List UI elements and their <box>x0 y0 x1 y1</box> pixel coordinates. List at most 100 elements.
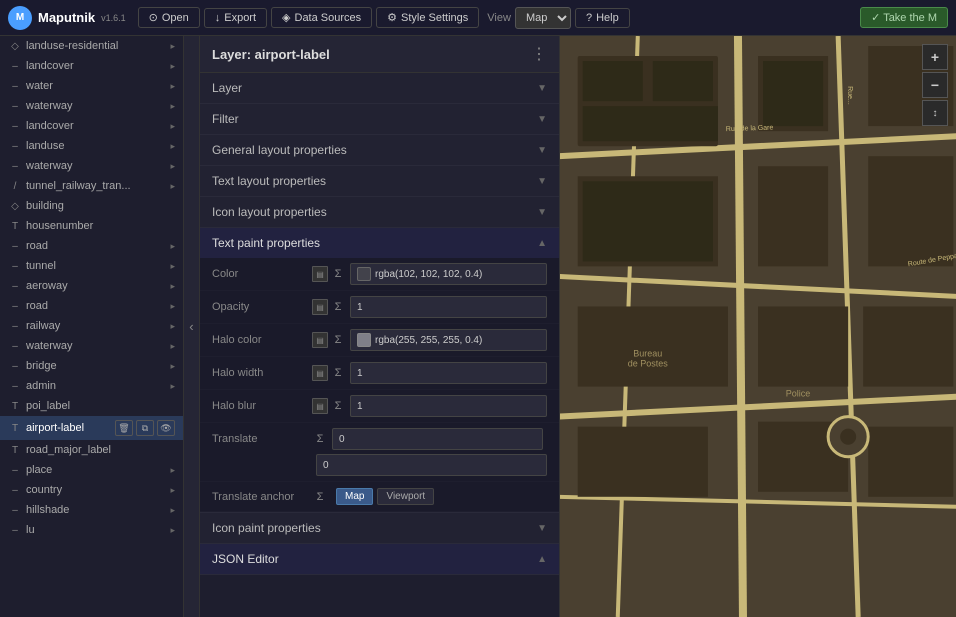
sidebar-item-road2[interactable]: –road▸ <box>0 296 183 316</box>
halo-width-property: Halo width ▤ Σ 1 <box>200 357 559 390</box>
sidebar-item-road[interactable]: –road▸ <box>0 236 183 256</box>
sidebar-item-label-lu: lu <box>26 524 170 536</box>
style-settings-button[interactable]: ⚙ Style Settings <box>376 7 479 28</box>
section-filter-header[interactable]: Filter ▼ <box>200 104 559 134</box>
sidebar-item-landcover[interactable]: –landcover▸ <box>0 56 183 76</box>
zoom-out-button[interactable]: − <box>922 72 948 98</box>
sidebar-item-label-country: country <box>26 484 170 496</box>
svg-text:Rue...: Rue... <box>846 86 853 105</box>
view-select[interactable]: Map <box>515 7 571 29</box>
export-button[interactable]: ↓ Export <box>204 8 267 28</box>
export-icon: ↓ <box>215 12 221 24</box>
data-sources-button[interactable]: ◈ Data Sources <box>271 7 372 28</box>
section-icon-paint-header[interactable]: Icon paint properties ▼ <box>200 513 559 543</box>
halo-width-value[interactable]: 1 <box>350 362 547 384</box>
sidebar-item-waterway[interactable]: –waterway▸ <box>0 96 183 116</box>
sidebar-item-airport-label[interactable]: Tairport-label🗑⧉👁 <box>0 416 183 440</box>
sidebar-item-icon-water: – <box>8 81 22 92</box>
sidebar-item-arrow-landuse: ▸ <box>170 141 175 152</box>
sidebar-item-hillshade[interactable]: –hillshade▸ <box>0 500 183 520</box>
sidebar-item-housenumber[interactable]: Thousenumber <box>0 216 183 236</box>
sidebar-item-label-road2: road <box>26 300 170 312</box>
sidebar-item-waterway2[interactable]: –waterway▸ <box>0 156 183 176</box>
opacity-value[interactable]: 1 <box>350 296 547 318</box>
sidebar-item-road_major_label[interactable]: Troad_major_label <box>0 440 183 460</box>
sidebar-item-arrow-waterway2: ▸ <box>170 161 175 172</box>
anchor-viewport-button[interactable]: Viewport <box>377 488 434 505</box>
sidebar-item-visibility-button[interactable]: 👁 <box>157 420 175 436</box>
opacity-map-icon[interactable]: ▤ <box>312 299 328 315</box>
section-layer-arrow: ▼ <box>537 83 547 94</box>
translate-sigma-icon[interactable]: Σ <box>312 431 328 447</box>
sidebar-item-arrow-lu: ▸ <box>170 525 175 536</box>
section-text-paint-title: Text paint properties <box>212 236 320 250</box>
section-general-layout-header[interactable]: General layout properties ▼ <box>200 135 559 165</box>
sidebar-item-arrow-place: ▸ <box>170 465 175 476</box>
sidebar-item-water[interactable]: –water▸ <box>0 76 183 96</box>
sidebar-item-admin[interactable]: –admin▸ <box>0 376 183 396</box>
section-text-paint-header[interactable]: Text paint properties ▲ <box>200 228 559 258</box>
sidebar-item-tunnel_railway_tran[interactable]: /tunnel_railway_tran...▸ <box>0 176 183 196</box>
sidebar-item-landcover2[interactable]: –landcover▸ <box>0 116 183 136</box>
sidebar-item-label-airport-label: airport-label <box>26 422 115 434</box>
halo-blur-value[interactable]: 1 <box>350 395 547 417</box>
anchor-map-button[interactable]: Map <box>336 488 373 505</box>
color-map-icon[interactable]: ▤ <box>312 266 328 282</box>
color-value[interactable]: rgba(102, 102, 102, 0.4) <box>350 263 547 285</box>
compass-button[interactable]: ↕ <box>922 100 948 126</box>
sidebar-item-bridge[interactable]: –bridge▸ <box>0 356 183 376</box>
sidebar-item-landuse-residential[interactable]: ◇landuse-residential▸ <box>0 36 183 56</box>
panel-collapse-button[interactable]: ‹ <box>184 36 200 617</box>
opacity-icons: ▤ Σ <box>312 299 346 315</box>
sidebar-item-railway[interactable]: –railway▸ <box>0 316 183 336</box>
section-layer-header[interactable]: Layer ▼ <box>200 73 559 103</box>
section-icon-layout-header[interactable]: Icon layout properties ▼ <box>200 197 559 227</box>
translate-value-y[interactable]: 0 <box>316 454 547 476</box>
sidebar-item-poi_label[interactable]: Tpoi_label <box>0 396 183 416</box>
halo-blur-map-icon[interactable]: ▤ <box>312 398 328 414</box>
sidebar-item-landuse[interactable]: –landuse▸ <box>0 136 183 156</box>
sidebar-item-label-place: place <box>26 464 170 476</box>
take-tour-button[interactable]: ✓ Take the M <box>860 7 948 28</box>
halo-color-map-icon[interactable]: ▤ <box>312 332 328 348</box>
sidebar-item-building[interactable]: ◇building <box>0 196 183 216</box>
sidebar-item-lu[interactable]: –lu▸ <box>0 520 183 540</box>
halo-color-icons: ▤ Σ <box>312 332 346 348</box>
sidebar-item-waterway3[interactable]: –waterway▸ <box>0 336 183 356</box>
sidebar-item-arrow-road: ▸ <box>170 241 175 252</box>
section-icon-paint-title: Icon paint properties <box>212 521 321 535</box>
translate-y-text: 0 <box>323 460 329 471</box>
halo-width-map-icon[interactable]: ▤ <box>312 365 328 381</box>
sidebar-item-place[interactable]: –place▸ <box>0 460 183 480</box>
sidebar-item-country[interactable]: –country▸ <box>0 480 183 500</box>
sidebar-item-label-landcover2: landcover <box>26 120 170 132</box>
sidebar-item-tunnel[interactable]: –tunnel▸ <box>0 256 183 276</box>
sidebar-item-aeroway[interactable]: –aeroway▸ <box>0 276 183 296</box>
section-json-editor-arrow: ▲ <box>537 554 547 565</box>
main-area: ◇landuse-residential▸–landcover▸–water▸–… <box>0 36 956 617</box>
color-sigma-icon[interactable]: Σ <box>330 266 346 282</box>
sidebar-item-icon-waterway2: – <box>8 161 22 172</box>
translate-value-x[interactable]: 0 <box>332 428 543 450</box>
sidebar-item-copy-button[interactable]: ⧉ <box>136 420 154 436</box>
more-options-button[interactable]: ⋮ <box>531 44 547 64</box>
sidebar-item-label-landuse: landuse <box>26 140 170 152</box>
topbar: M Maputnik v1.6.1 ⊙ Open ↓ Export ◈ Data… <box>0 0 956 36</box>
translate-anchor-sigma-icon[interactable]: Σ <box>312 489 328 505</box>
halo-blur-value-text: 1 <box>357 401 363 412</box>
sidebar-item-icon-admin: – <box>8 381 22 392</box>
halo-color-sigma-icon[interactable]: Σ <box>330 332 346 348</box>
halo-width-sigma-icon[interactable]: Σ <box>330 365 346 381</box>
sidebar-item-delete-button[interactable]: 🗑 <box>115 420 133 436</box>
halo-blur-sigma-icon[interactable]: Σ <box>330 398 346 414</box>
sidebar-item-icon-place: – <box>8 465 22 476</box>
section-text-layout-header[interactable]: Text layout properties ▼ <box>200 166 559 196</box>
sidebar-item-arrow-water: ▸ <box>170 81 175 92</box>
opacity-sigma-icon[interactable]: Σ <box>330 299 346 315</box>
section-json-editor-header[interactable]: JSON Editor ▲ <box>200 544 559 574</box>
zoom-in-button[interactable]: + <box>922 44 948 70</box>
halo-color-value[interactable]: rgba(255, 255, 255, 0.4) <box>350 329 547 351</box>
help-button[interactable]: ? Help <box>575 8 630 28</box>
translate-icons: Σ <box>312 431 328 447</box>
open-button[interactable]: ⊙ Open <box>138 7 200 28</box>
